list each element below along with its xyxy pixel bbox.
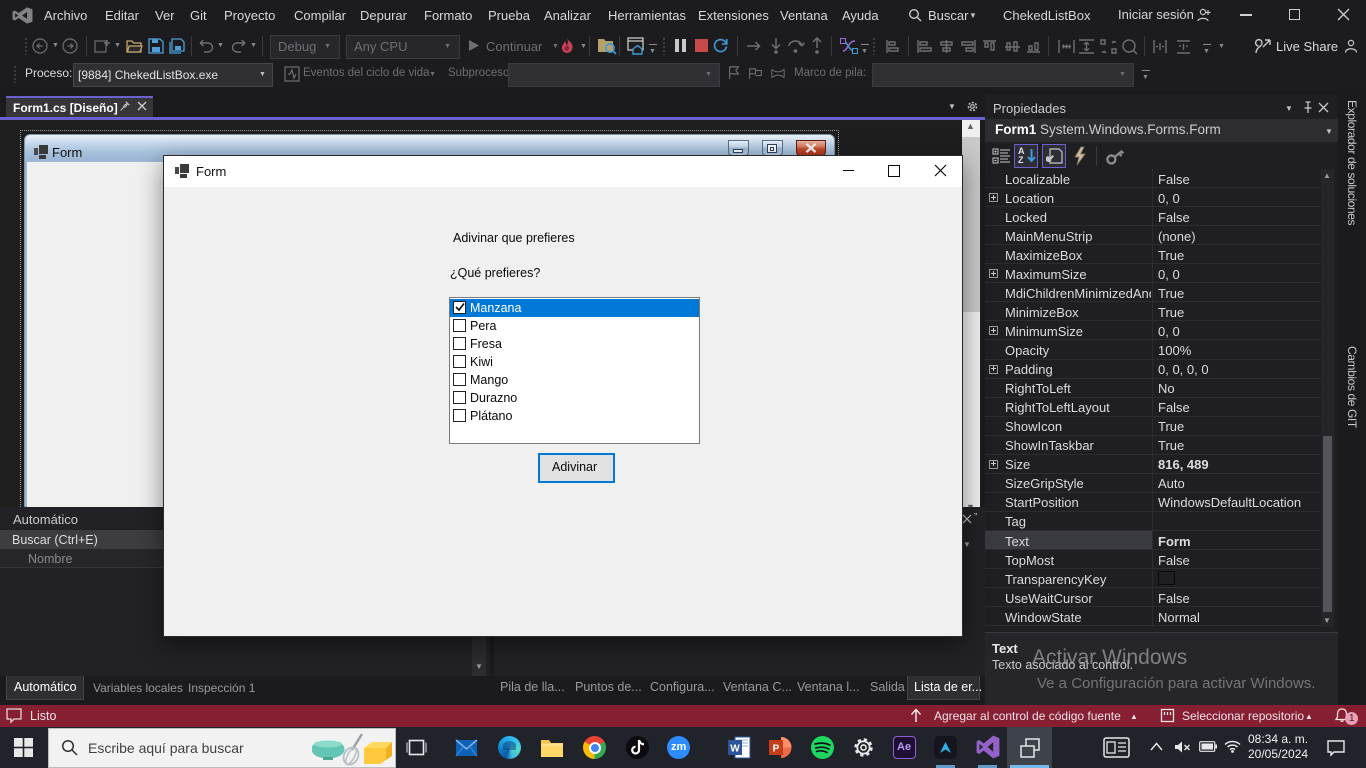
svg-text:W: W [730,744,740,755]
svg-text:P: P [773,744,780,755]
